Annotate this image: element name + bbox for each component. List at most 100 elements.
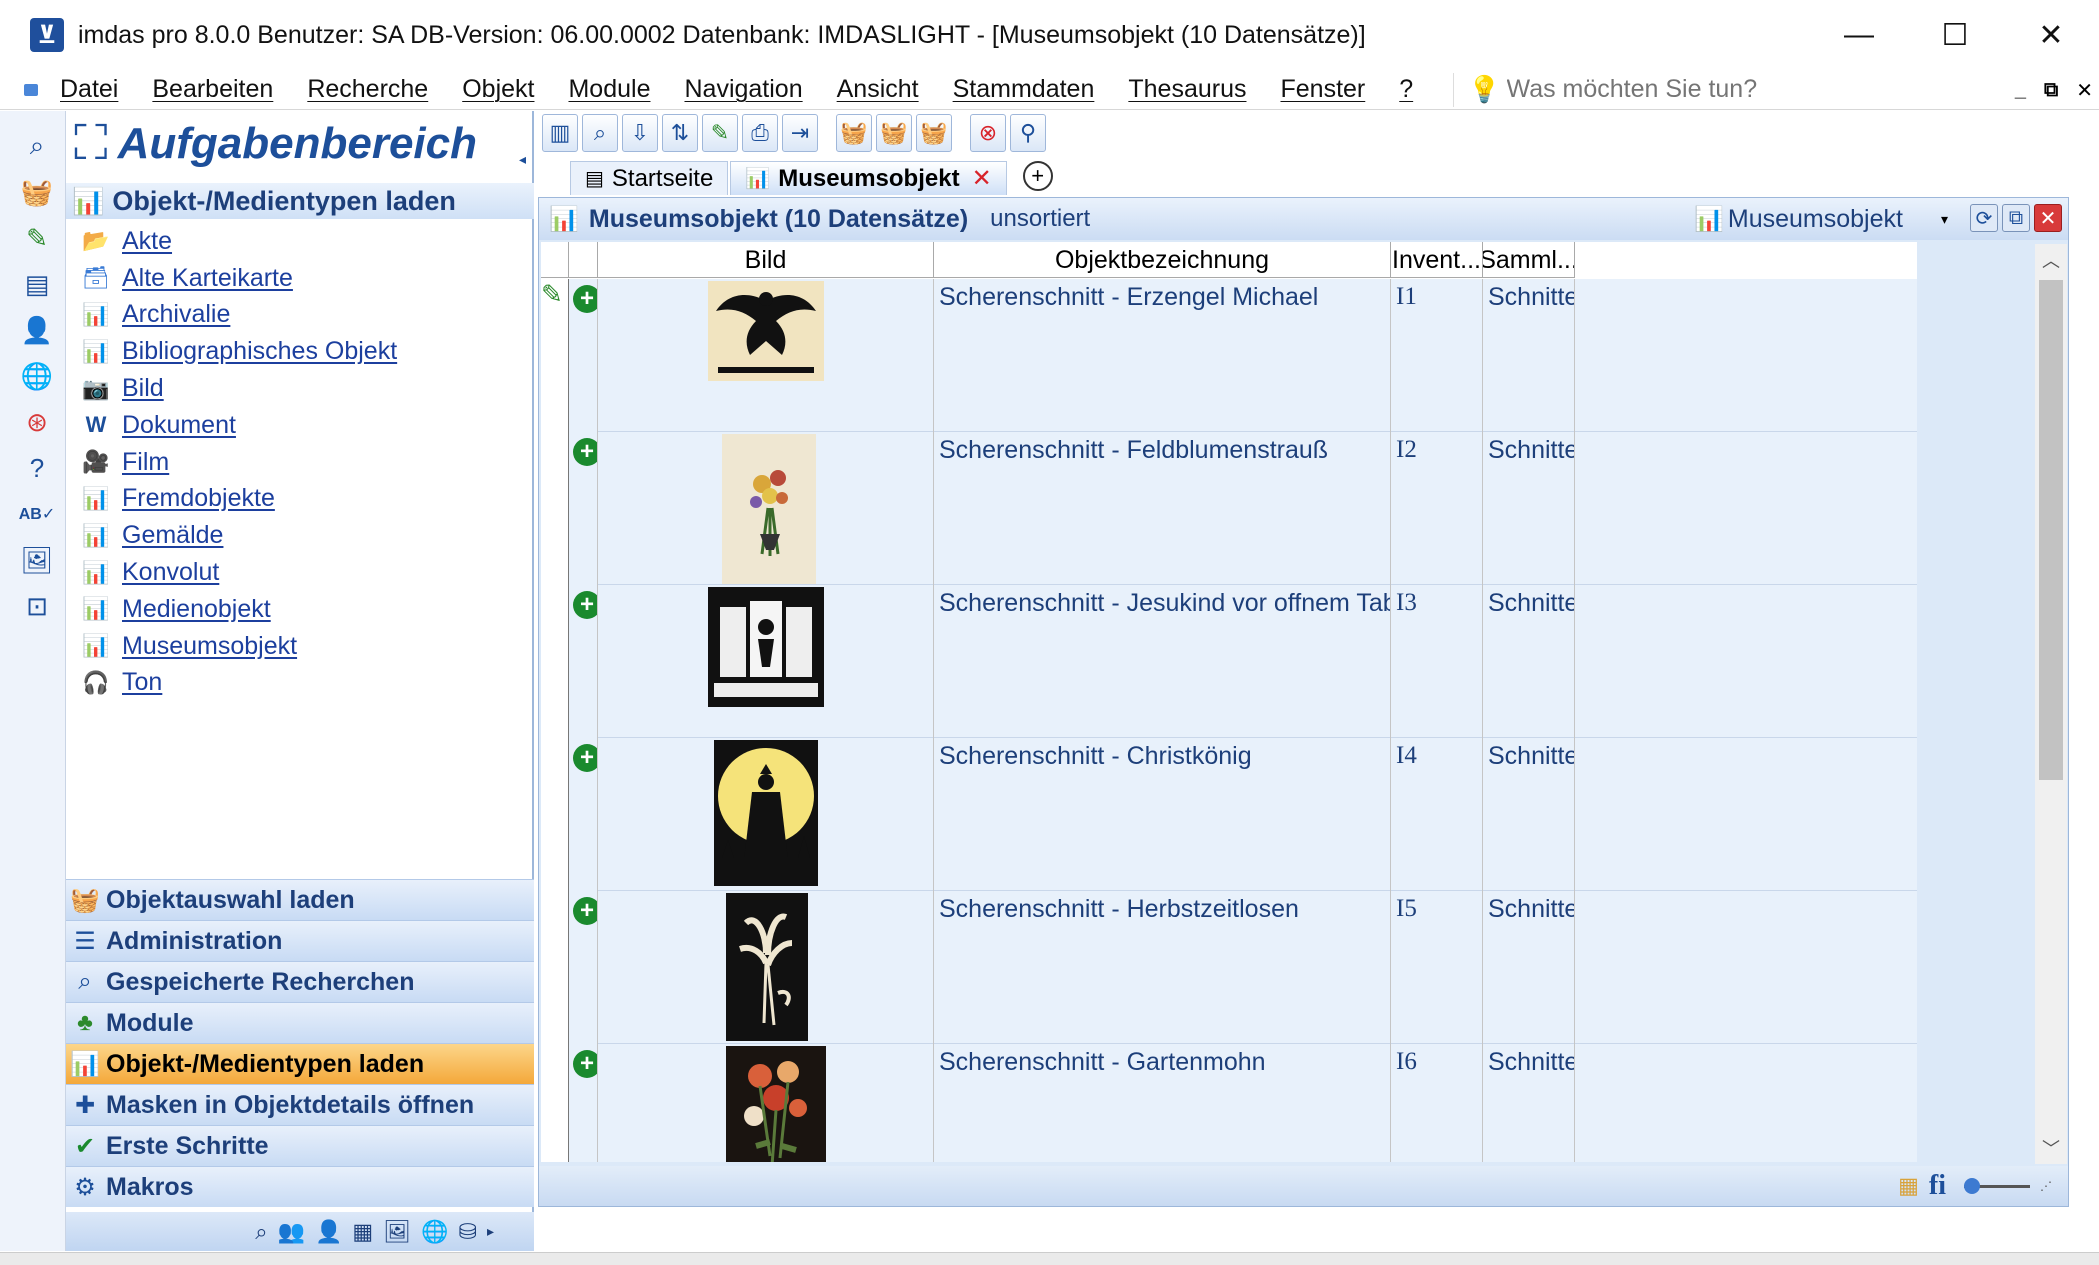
sammlung-cell[interactable]: Schnitte (1483, 891, 1575, 1044)
scrollbar-thumb[interactable] (2039, 280, 2063, 780)
export-icon[interactable]: ⇥ (782, 114, 818, 152)
text-view-icon[interactable]: fi (1929, 1170, 1946, 1202)
search-icon[interactable]: ⌕ (255, 1219, 267, 1245)
add-icon[interactable]: + (573, 285, 597, 313)
grid-view-icon[interactable]: ▦ (1898, 1173, 1919, 1199)
image-icon[interactable]: 🖼 (18, 541, 56, 579)
type-item-fremdobjekte[interactable]: 📊 Fremdobjekte (80, 481, 520, 518)
nav-gespeicherte-recherchen[interactable]: ⌕ Gespeicherte Recherchen (66, 961, 534, 1002)
thumbnail-image[interactable] (726, 893, 808, 1041)
type-label[interactable]: Bibliographisches Objekt (122, 337, 397, 366)
inventar-cell[interactable]: I3 (1391, 585, 1483, 738)
people-search-icon[interactable]: 👥 (278, 1219, 305, 1245)
image-icon[interactable]: 🖼 (383, 1219, 411, 1245)
table-row[interactable]: ✎ + Scherenschnitt - Erzengel Michael I1… (541, 279, 1917, 432)
sort-status[interactable]: unsortiert (990, 205, 1090, 233)
tab-startseite[interactable]: ▤ Startseite (570, 161, 729, 195)
restore-icon[interactable]: ⧉ (2002, 204, 2030, 232)
tell-me-input[interactable] (1506, 75, 1797, 104)
add-icon[interactable]: + (573, 744, 597, 772)
menu-ansicht[interactable]: Ansicht (837, 75, 919, 104)
image-cell[interactable] (598, 1044, 934, 1162)
scroll-down-icon[interactable]: ﹀ (2035, 1132, 2067, 1164)
type-label[interactable]: Ton (122, 668, 162, 697)
nav-makros[interactable]: ⚙ Makros (66, 1166, 534, 1207)
menu-objekt[interactable]: Objekt (462, 75, 534, 104)
table-row[interactable]: + Scherenschnitt - Herbstzeitlosen I5 Sc… (541, 891, 1917, 1044)
type-label[interactable]: Akte (122, 227, 172, 256)
objektbezeichnung-cell[interactable]: Scherenschnitt - Herbstzeitlosen (934, 891, 1391, 1044)
pencil-icon[interactable]: ✎ (702, 114, 738, 152)
type-item-film[interactable]: 🎥 Film (80, 444, 520, 481)
library-icon[interactable]: ▥ (542, 114, 578, 152)
image-cell[interactable] (598, 279, 934, 432)
collapse-arrow-icon[interactable]: ◂ (519, 151, 526, 168)
minimize-button[interactable]: — (1811, 0, 1907, 70)
scroll-up-icon[interactable]: ︿ (2035, 244, 2067, 276)
thumbnail-image[interactable] (726, 1046, 826, 1162)
location-pin-icon[interactable]: ⚲ (1010, 114, 1046, 152)
zoom-slider-knob[interactable] (1964, 1177, 1980, 1194)
mdi-minimize-icon[interactable]: _ (2015, 79, 2026, 102)
column-header-bild[interactable]: Bild (598, 242, 934, 278)
type-item-ton[interactable]: 🎧 Ton (80, 665, 520, 702)
type-item-archivalie[interactable]: 📊 Archivalie (80, 297, 520, 334)
sammlung-cell[interactable]: Schnitte (1483, 738, 1575, 891)
menu-stammdaten[interactable]: Stammdaten (953, 75, 1095, 104)
type-label[interactable]: Gemälde (122, 521, 223, 550)
add-tab-icon[interactable]: + (1022, 161, 1053, 191)
menu-fenster[interactable]: Fenster (1280, 75, 1365, 104)
nav-module[interactable]: ♣ Module (66, 1002, 534, 1043)
column-header-inventar[interactable]: Invent... (1391, 242, 1483, 278)
row-marker[interactable]: ✎ (541, 279, 569, 432)
nav-erste-schritte[interactable]: ✔ Erste Schritte (66, 1125, 534, 1166)
menu-help[interactable]: ? (1399, 75, 1413, 104)
mdi-close-icon[interactable]: ✕ (2076, 78, 2093, 103)
type-item-gemaelde[interactable]: 📊 Gemälde (80, 517, 520, 554)
type-item-alte-karteikarte[interactable]: 🗃 Alte Karteikarte (80, 260, 520, 297)
search-icon[interactable]: ⌕ (18, 127, 56, 165)
image-cell[interactable] (598, 738, 934, 891)
add-icon[interactable]: + (573, 1050, 597, 1078)
tab-close-icon[interactable]: ✕ (972, 164, 992, 193)
thumbnail-image[interactable] (708, 587, 824, 707)
column-header-sammlung[interactable]: Samml... (1483, 242, 1575, 278)
sort-icon[interactable]: ⇅ (662, 114, 698, 152)
objektbezeichnung-cell[interactable]: Scherenschnitt - Jesukind vor offnem Tab… (934, 585, 1391, 738)
type-item-bibliographisches-objekt[interactable]: 📊 Bibliographisches Objekt (80, 333, 520, 370)
resize-grip-icon[interactable]: ⋰ (2040, 1179, 2052, 1193)
globe-icon[interactable]: 🌐 (18, 357, 56, 395)
print-icon[interactable]: ⎙ (742, 114, 778, 152)
add-icon[interactable]: + (573, 591, 597, 619)
nav-objektauswahl-laden[interactable]: 🧺 Objektauswahl laden (66, 879, 534, 920)
spellcheck-icon[interactable]: AB✓ (18, 495, 56, 533)
column-header-objektbezeichnung[interactable]: Objektbezeichnung (934, 242, 1391, 278)
close-button[interactable]: ✕ (2003, 0, 2099, 70)
image-cell[interactable] (598, 891, 934, 1044)
inventar-cell[interactable]: I6 (1391, 1044, 1483, 1162)
media-icon[interactable]: ▦ (352, 1219, 373, 1245)
type-label[interactable]: Alte Karteikarte (122, 264, 293, 293)
basket-icon[interactable]: 🧺 (18, 173, 56, 211)
nav-objekt-medientypen-laden[interactable]: 📊 Objekt-/Medientypen laden (66, 1043, 534, 1084)
objektbezeichnung-cell[interactable]: Scherenschnitt - Erzengel Michael (934, 279, 1391, 432)
row-marker[interactable] (541, 1044, 569, 1162)
row-marker[interactable] (541, 585, 569, 738)
help-icon[interactable]: ? (18, 449, 56, 487)
sammlung-cell[interactable]: Schnitte (1483, 1044, 1575, 1162)
maximize-button[interactable]: ☐ (1907, 0, 2003, 70)
table-row[interactable]: + Scherenschnitt - Jesukind vor offnem T… (541, 585, 1917, 738)
overflow-arrow-icon[interactable]: ▸ (487, 1223, 494, 1240)
globe-icon[interactable]: 🌐 (421, 1219, 448, 1245)
add-icon[interactable]: + (573, 438, 597, 466)
type-label[interactable]: Archivalie (122, 300, 230, 329)
basket-icon[interactable]: 🧺 (916, 114, 952, 152)
inventar-cell[interactable]: I5 (1391, 891, 1483, 1044)
type-label[interactable]: Film (122, 448, 169, 477)
objektbezeichnung-cell[interactable]: Scherenschnitt - Christkönig (934, 738, 1391, 891)
inventar-cell[interactable]: I2 (1391, 432, 1483, 585)
pencil-icon[interactable]: ✎ (18, 219, 56, 257)
menu-module[interactable]: Module (568, 75, 650, 104)
table-row[interactable]: + Scherenschnitt - Gartenmohn I6 Schnitt… (541, 1044, 1917, 1162)
type-label[interactable]: Fremdobjekte (122, 484, 275, 513)
